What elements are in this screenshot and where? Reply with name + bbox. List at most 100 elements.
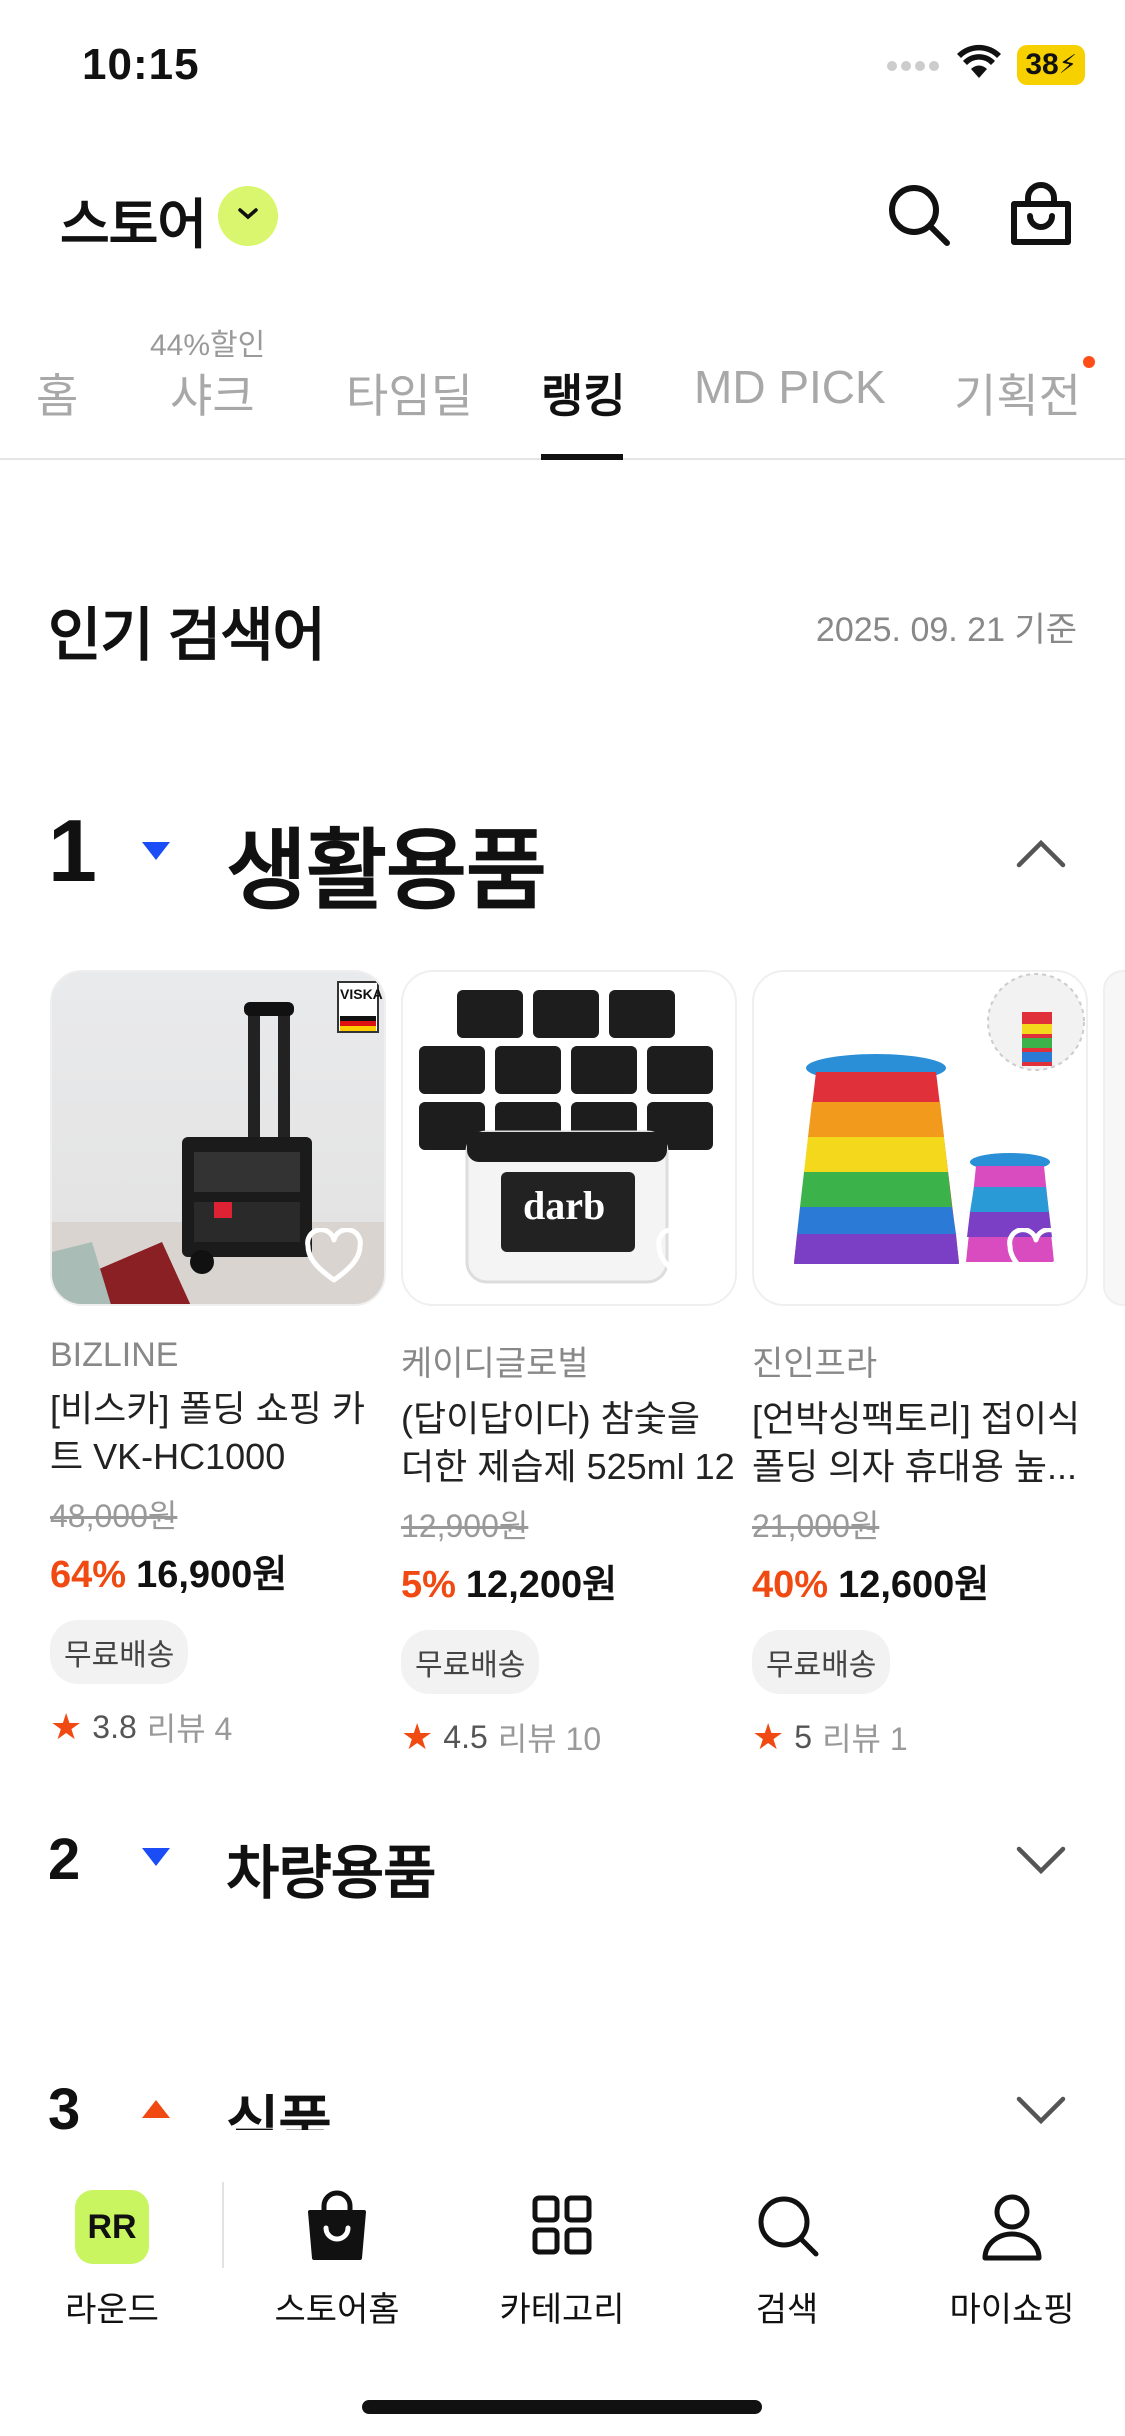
search-icon xyxy=(752,2190,822,2264)
product-name: (답이답이다) 참숯을 더한 제습제 525ml 12개 xyxy=(401,1398,735,1487)
product-price: 16,900원 xyxy=(136,1554,288,1596)
status-time: 10:15 xyxy=(82,40,200,89)
rating-value: 3.8 xyxy=(92,1708,137,1745)
tab-ranking[interactable]: 랭킹 xyxy=(541,360,626,426)
rank-number: 2 xyxy=(48,1827,81,1892)
product-discount: 40% xyxy=(752,1564,829,1606)
heart-icon[interactable] xyxy=(304,1227,364,1284)
section-date: 2025. 09. 21 기준 xyxy=(815,611,1077,649)
nav-my-shopping[interactable]: 마이쇼핑 xyxy=(912,2160,1112,2331)
grid-icon xyxy=(527,2190,597,2264)
round-badge: RR xyxy=(75,2190,149,2264)
tab-active-indicator xyxy=(541,454,623,460)
rank-category: 차량용품 xyxy=(226,1841,436,1906)
person-icon xyxy=(977,2190,1047,2264)
product-brand: 케이디글로벌 xyxy=(401,1345,589,1383)
product-image: darb xyxy=(401,970,737,1306)
shopping-bag-icon xyxy=(1006,182,1076,254)
free-shipping-badge: 무료배송 xyxy=(752,1630,891,1694)
product-price-row: 64% 16,900원 xyxy=(50,1543,386,1598)
home-indicator xyxy=(362,2400,762,2414)
product-price: 12,200원 xyxy=(465,1564,618,1606)
new-dot xyxy=(1083,356,1095,368)
rank-row-2[interactable]: 2 차량용품 xyxy=(0,1826,1125,1906)
chevron-down-icon[interactable] xyxy=(1016,2096,1066,2131)
free-shipping-badge: 무료배송 xyxy=(401,1630,540,1694)
product-card-peek[interactable] xyxy=(1103,970,1125,1306)
trend-down-icon xyxy=(140,840,172,867)
cart-button[interactable] xyxy=(1006,180,1076,250)
store-bag-icon xyxy=(302,2190,372,2264)
tab-exhibition[interactable]: 기획전 xyxy=(954,360,1081,426)
product-original-price: 48,000원 xyxy=(50,1498,178,1534)
product-image xyxy=(752,970,1088,1306)
nav-divider xyxy=(222,2182,224,2268)
product-rating: ★ 4.5 리뷰 10 xyxy=(401,1714,737,1760)
bottom-nav: RR 라운드 스토어홈 카테고리 검색 마이쇼핑 xyxy=(0,2130,1125,2436)
product-image: VISKA xyxy=(50,970,386,1306)
heart-icon[interactable] xyxy=(1006,1227,1066,1284)
tab-timedeal[interactable]: 타임딜 xyxy=(346,360,473,426)
battery-icon: 38 ⚡ xyxy=(1017,44,1085,85)
product-price-row: 5% 12,200원 xyxy=(401,1553,737,1608)
product-rating: ★ 3.8 리뷰 4 xyxy=(50,1704,386,1750)
product-card[interactable]: 진인프라 [언박싱팩토리] 접이식 폴딩 의자 휴대용 높... 21,000원… xyxy=(752,970,1088,1760)
rating-value: 4.5 xyxy=(443,1718,488,1755)
product-price-row: 40% 12,600원 xyxy=(752,1553,1088,1608)
product-discount: 64% xyxy=(50,1554,127,1596)
review-count: 리뷰 1 xyxy=(822,1721,908,1757)
product-rating: ★ 5 리뷰 1 xyxy=(752,1714,1088,1760)
status-indicators: 38 ⚡ xyxy=(887,44,1085,85)
nav-label: 라운드 xyxy=(65,2291,159,2329)
product-brand: 진인프라 xyxy=(752,1345,878,1383)
nav-label: 검색 xyxy=(755,2291,819,2329)
review-count: 리뷰 4 xyxy=(146,1711,233,1747)
store-tabs: 홈 44%할인 샤크 타임딜 랭킹 MD PICK 기획전 xyxy=(0,320,1125,460)
product-original-price: 21,000원 xyxy=(752,1508,880,1544)
nav-label: 카테고리 xyxy=(499,2291,625,2329)
heart-icon[interactable] xyxy=(655,1227,715,1284)
product-card[interactable]: VISKA BIZLINE [비스카] 폴딩 쇼핑 카트 VK-HC1000 4… xyxy=(50,970,386,1750)
star-icon: ★ xyxy=(50,1706,83,1747)
store-dropdown-button[interactable] xyxy=(218,186,278,246)
chevron-down-icon[interactable] xyxy=(1016,1846,1066,1881)
rank-number: 1 xyxy=(48,801,97,900)
section-title: 인기 검색어 xyxy=(48,603,326,668)
star-icon: ★ xyxy=(401,1716,434,1757)
product-original-price: 12,900원 xyxy=(401,1508,529,1544)
search-button[interactable] xyxy=(884,180,954,250)
trend-down-icon xyxy=(140,1846,172,1873)
product-brand: BIZLINE xyxy=(50,1336,179,1374)
store-title[interactable]: 스토어 xyxy=(60,180,207,259)
review-count: 리뷰 10 xyxy=(497,1721,602,1757)
battery-level: 38 xyxy=(1025,47,1059,81)
product-image-label: darb xyxy=(523,1183,606,1228)
product-name: [언박싱팩토리] 접이식 폴딩 의자 휴대용 높... xyxy=(752,1398,1081,1487)
tab-shark[interactable]: 샤크 xyxy=(170,360,255,426)
nav-label: 마이쇼핑 xyxy=(949,2291,1075,2329)
chevron-down-icon xyxy=(237,207,259,226)
product-name: [비스카] 폴딩 쇼핑 카트 VK-HC1000 xyxy=(50,1388,365,1477)
product-discount: 5% xyxy=(401,1564,456,1606)
nav-store-home[interactable]: 스토어홈 xyxy=(237,2160,437,2331)
wifi-icon xyxy=(957,44,1002,85)
tab-md-pick[interactable]: MD PICK xyxy=(694,360,886,414)
rating-value: 5 xyxy=(794,1718,813,1755)
free-shipping-badge: 무료배송 xyxy=(50,1620,189,1684)
signal-icon xyxy=(887,52,941,77)
tab-home[interactable]: 홈 xyxy=(36,360,78,426)
nav-round[interactable]: RR 라운드 xyxy=(12,2160,212,2331)
product-card[interactable]: darb 케이디글로벌 (답이답이다) 참숯을 더한 제습제 525ml 12개… xyxy=(401,970,737,1760)
chevron-up-icon[interactable] xyxy=(1016,838,1066,873)
nav-category[interactable]: 카테고리 xyxy=(462,2160,662,2331)
nav-label: 스토어홈 xyxy=(274,2291,400,2329)
product-price: 12,600원 xyxy=(838,1564,990,1606)
star-icon: ★ xyxy=(752,1716,785,1757)
rank-category: 생활용품 xyxy=(226,821,547,920)
nav-search[interactable]: 검색 xyxy=(687,2160,887,2331)
search-icon xyxy=(884,185,954,254)
tab-shark-sub: 44%할인 xyxy=(150,329,266,362)
trend-up-icon xyxy=(140,2098,172,2125)
rank-row-1[interactable]: 1 생활용품 xyxy=(0,800,1125,920)
brand-logo-text: VISKA xyxy=(340,986,383,1002)
